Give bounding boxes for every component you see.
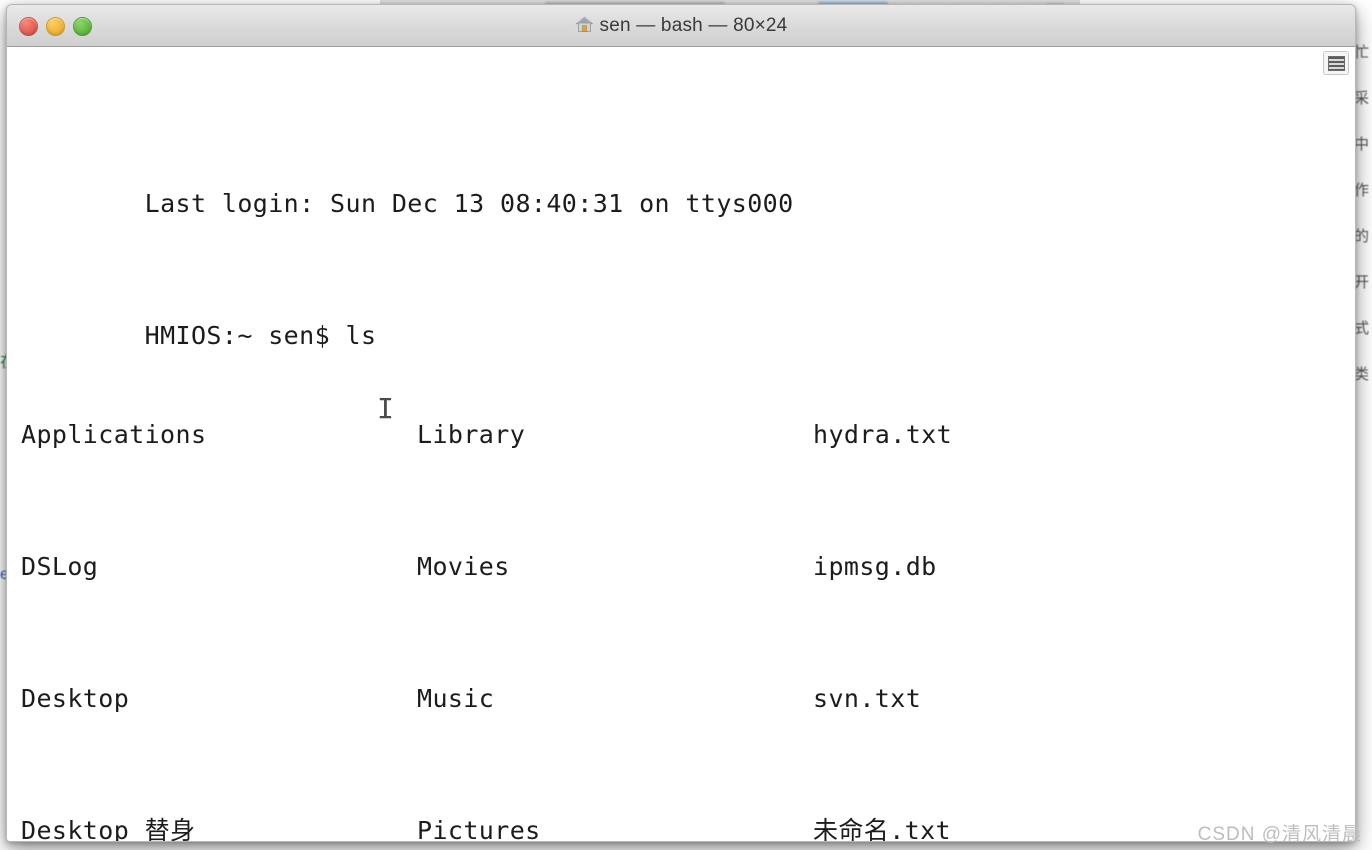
home-icon [574,15,594,40]
ls-row: Desktop Music svn.txt [21,682,1355,715]
ls-entry: Library [417,420,526,449]
terminal-line-command-ls: HMIOS:~ sen$ ls [21,286,1355,350]
terminal-line-login: Last login: Sun Dec 13 08:40:31 on ttys0… [21,154,1355,218]
ibeam-mouse-cursor: I [377,392,394,425]
ls-entry: ipmsg.db [813,552,937,581]
window-title-text: sen — bash — 80×24 [599,15,788,36]
background-glyph: 采 [1356,90,1370,107]
ls-entry: hydra.txt [813,420,953,449]
terminal-output: Last login: Sun Dec 13 08:40:31 on ttys0… [7,55,1355,842]
terminal-window[interactable]: sen — bash — 80×24 Last login: Sun Dec 1… [6,4,1356,842]
ls-entry: Music [417,684,495,713]
ls-row: Desktop 替身 Pictures 未命名.txt [21,814,1355,842]
ls-entry: DSLog [21,552,99,581]
window-title: sen — bash — 80×24 [7,15,1355,40]
ls-entry: Pictures [417,816,541,842]
background-glyph: 的 [1356,228,1370,245]
terminal-content-area[interactable]: Last login: Sun Dec 13 08:40:31 on ttys0… [7,47,1355,842]
scrollbar-lines-icon [1328,56,1345,71]
background-glyph: 忙 [1356,44,1370,61]
ls-entry: svn.txt [813,684,922,713]
ls-entry: Applications [21,420,207,449]
last-login-text: Last login: Sun Dec 13 08:40:31 on ttys0… [144,189,794,218]
ls-row: DSLog Movies ipmsg.db [21,550,1355,583]
background-right-text-strip: 忙 采 中 作 的 开 式 类 [1356,30,1372,830]
ls-entry: Movies [417,552,510,581]
background-glyph: 类 [1356,366,1370,383]
window-titlebar[interactable]: sen — bash — 80×24 [7,5,1355,47]
ls-row: Applications Library hydra.txt [21,418,1355,451]
background-glyph: 中 [1356,136,1370,153]
ls-entry: Desktop 替身 [21,816,196,842]
prompt-ls: HMIOS:~ sen$ ls [144,321,377,350]
background-glyph: 式 [1356,320,1370,337]
ls-entry: 未命名.txt [813,816,952,842]
scrollbar-thumb[interactable] [1323,51,1349,75]
ls-entry: Desktop [21,684,130,713]
background-glyph: 作 [1356,182,1370,199]
background-glyph: 开 [1356,274,1370,291]
csdn-watermark: CSDN @清风清晨 [1197,824,1362,845]
